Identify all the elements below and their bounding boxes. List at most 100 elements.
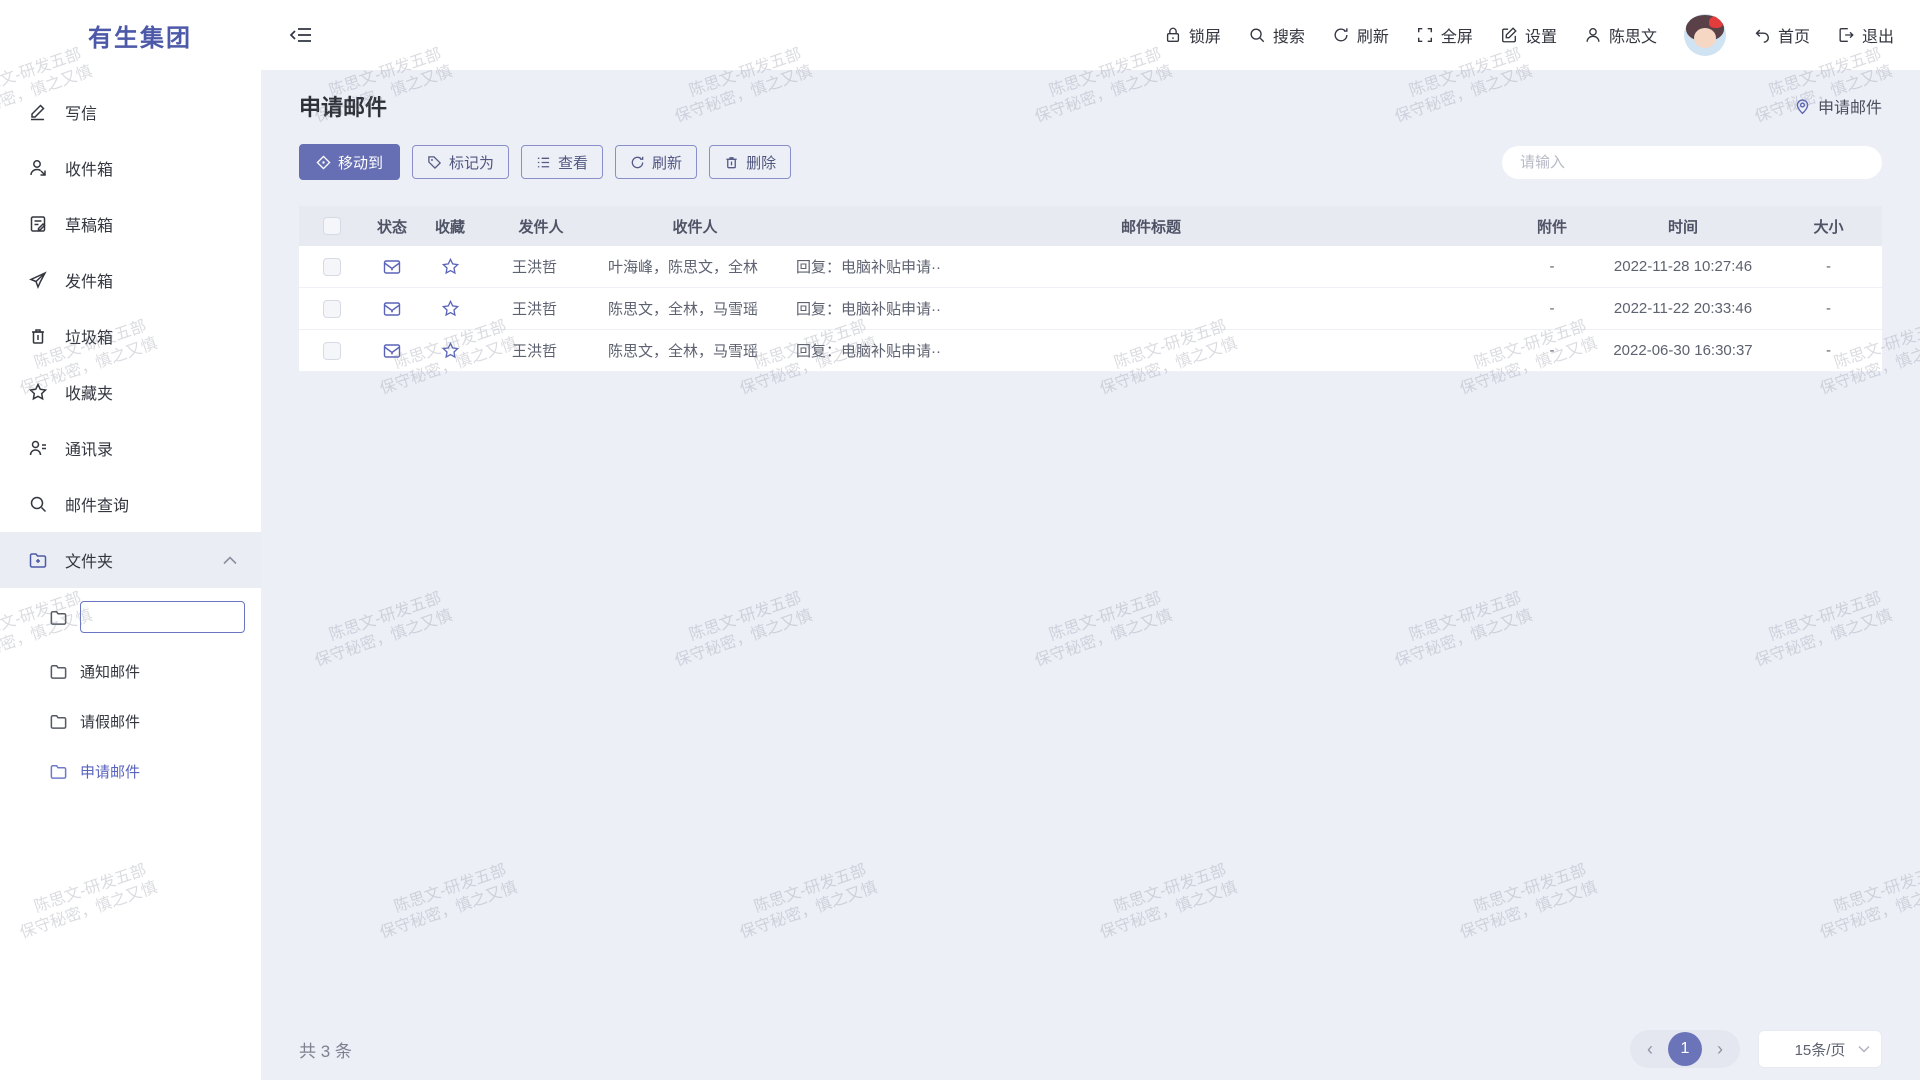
new-folder-row	[0, 588, 261, 646]
fullscreen-button[interactable]: 全屏	[1416, 23, 1473, 47]
table-row[interactable]: 王洪哲 陈思文，全林，马雪瑶 回复：电脑补贴申请·· - 2022-11-22 …	[299, 288, 1882, 330]
avatar-bow	[1709, 16, 1723, 28]
home-button[interactable]: 首页	[1753, 23, 1810, 47]
favorite-star-icon[interactable]	[419, 299, 481, 318]
recipients-cell: 叶海峰，陈思文，全林	[601, 256, 789, 277]
refresh-icon	[1332, 26, 1350, 44]
topbar-label: 设置	[1525, 23, 1557, 47]
trash-icon	[27, 325, 49, 347]
row-checkbox[interactable]	[323, 258, 341, 276]
app-logo: 有生集团	[0, 0, 261, 70]
search-button[interactable]: 搜索	[1248, 23, 1305, 47]
table-row[interactable]: 王洪哲 叶海峰，陈思文，全林 回复：电脑补贴申请·· - 2022-11-28 …	[299, 246, 1882, 288]
logout-icon	[1837, 26, 1855, 44]
sidebar: 有生集团 写信 收件箱 草稿箱 发件箱	[0, 0, 261, 1080]
sidebar-nav: 写信 收件箱 草稿箱 发件箱 垃圾箱	[0, 84, 261, 796]
contacts-icon	[27, 437, 49, 459]
topbar: 锁屏 搜索 刷新 全屏 设置 陈思文 首页	[261, 0, 1920, 70]
logout-button[interactable]: 退出	[1837, 23, 1894, 47]
sidebar-item-compose[interactable]: 写信	[0, 84, 261, 140]
delete-button[interactable]: 删除	[709, 145, 791, 179]
sidebar-item-inbox[interactable]: 收件箱	[0, 140, 261, 196]
column-header: 收件人	[601, 216, 789, 237]
sidebar-folder-notice[interactable]: 通知邮件	[0, 646, 261, 696]
sidebar-item-mail-search[interactable]: 邮件查询	[0, 476, 261, 532]
tag-icon	[427, 155, 442, 170]
sidebar-item-label: 通讯录	[65, 436, 113, 460]
refresh-button[interactable]: 刷新	[1332, 23, 1389, 47]
list-icon	[536, 155, 551, 170]
refresh-list-button[interactable]: 刷新	[615, 145, 697, 179]
favorite-star-icon[interactable]	[419, 257, 481, 276]
sidebar-folder-leave[interactable]: 请假邮件	[0, 696, 261, 746]
sidebar-item-trash[interactable]: 垃圾箱	[0, 308, 261, 364]
view-button[interactable]: 查看	[521, 145, 603, 179]
star-icon	[27, 381, 49, 403]
column-header: 收藏	[419, 216, 481, 237]
lock-icon	[1164, 26, 1182, 44]
settings-button[interactable]: 设置	[1500, 23, 1557, 47]
attachment-cell: -	[1513, 300, 1591, 317]
sidebar-item-label: 草稿箱	[65, 212, 113, 236]
breadcrumb[interactable]: 申请邮件	[1794, 94, 1882, 118]
new-folder-input[interactable]	[80, 601, 245, 633]
sidebar-folder-apply[interactable]: 申请邮件	[0, 746, 261, 796]
sidebar-item-contacts[interactable]: 通讯录	[0, 420, 261, 476]
table-row[interactable]: 王洪哲 陈思文，全林，马雪瑶 回复：电脑补贴申请·· - 2022-06-30 …	[299, 330, 1882, 372]
folder-plus-icon	[27, 549, 49, 571]
lock-screen-button[interactable]: 锁屏	[1164, 23, 1221, 47]
time-cell: 2022-06-30 16:30:37	[1591, 342, 1775, 359]
sidebar-item-label: 文件夹	[65, 548, 113, 572]
sidebar-item-label: 收件箱	[65, 156, 113, 180]
page-number-button[interactable]: 1	[1668, 1032, 1702, 1066]
search-input[interactable]	[1502, 146, 1882, 179]
move-icon	[316, 155, 331, 170]
sidebar-item-favorites[interactable]: 收藏夹	[0, 364, 261, 420]
page-size-select[interactable]: 15条/页	[1758, 1030, 1882, 1068]
title-row: 申请邮件 申请邮件	[299, 90, 1882, 122]
move-to-button[interactable]: 移动到	[299, 144, 400, 180]
size-cell: -	[1775, 342, 1882, 359]
folder-icon	[49, 607, 69, 627]
column-header: 大小	[1775, 216, 1882, 237]
folder-label: 请假邮件	[80, 711, 140, 732]
sidebar-item-label: 发件箱	[65, 268, 113, 292]
column-header: 状态	[365, 216, 419, 237]
folder-label: 申请邮件	[80, 761, 140, 782]
button-label: 标记为	[449, 152, 494, 173]
button-label: 移动到	[338, 152, 383, 173]
sidebar-item-drafts[interactable]: 草稿箱	[0, 196, 261, 252]
size-cell: -	[1775, 300, 1882, 317]
table-footer: 共 3 条 ‹ 1 › 15条/页	[299, 1018, 1882, 1080]
select-all-checkbox[interactable]	[323, 217, 341, 235]
mark-as-button[interactable]: 标记为	[412, 145, 509, 179]
chevron-up-icon	[223, 556, 237, 565]
location-pin-icon	[1794, 98, 1811, 115]
sidebar-item-sent[interactable]: 发件箱	[0, 252, 261, 308]
size-cell: -	[1775, 258, 1882, 275]
folder-icon	[49, 711, 69, 731]
topbar-label: 陈思文	[1609, 23, 1657, 47]
fullscreen-icon	[1416, 26, 1434, 44]
recipients-cell: 陈思文，全林，马雪瑶	[601, 340, 789, 361]
row-checkbox[interactable]	[323, 300, 341, 318]
row-checkbox[interactable]	[323, 342, 341, 360]
collapse-sidebar-icon[interactable]	[289, 22, 315, 48]
next-page-button[interactable]: ›	[1706, 1035, 1734, 1063]
folder-label: 通知邮件	[80, 661, 140, 682]
mail-table: 状态 收藏 发件人 收件人 邮件标题 附件 时间 大小 王洪哲 叶海峰，陈思文，…	[299, 206, 1882, 372]
sidebar-item-folders[interactable]: 文件夹	[0, 532, 261, 588]
time-cell: 2022-11-28 10:27:46	[1591, 258, 1775, 275]
prev-page-button[interactable]: ‹	[1636, 1035, 1664, 1063]
pencil-icon	[27, 101, 49, 123]
folder-icon	[49, 661, 69, 681]
favorite-star-icon[interactable]	[419, 341, 481, 360]
current-user-button[interactable]: 陈思文	[1584, 23, 1657, 47]
trash-icon	[724, 155, 739, 170]
avatar[interactable]	[1684, 14, 1726, 56]
topbar-label: 锁屏	[1189, 23, 1221, 47]
button-label: 查看	[558, 152, 588, 173]
button-label: 刷新	[652, 152, 682, 173]
mail-status-icon	[365, 341, 419, 361]
paper-plane-icon	[27, 269, 49, 291]
